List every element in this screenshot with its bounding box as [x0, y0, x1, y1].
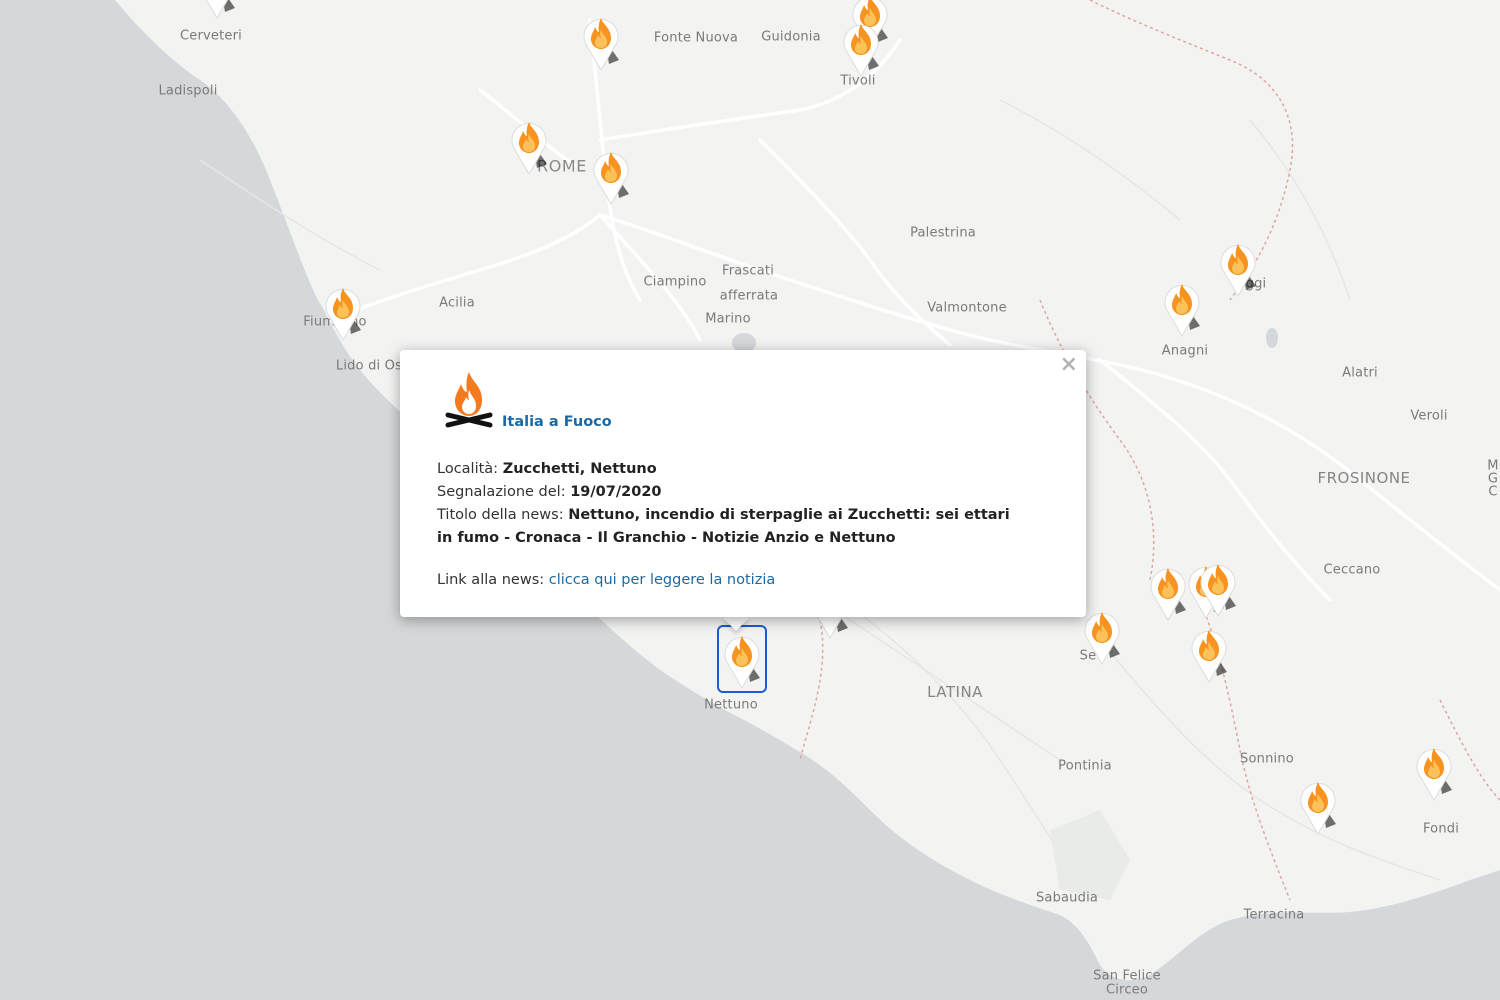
- place-label: Terracina: [1243, 907, 1305, 923]
- fire-marker-icon[interactable]: [839, 16, 883, 78]
- fire-marker-icon[interactable]: [1196, 556, 1240, 618]
- news-link[interactable]: clicca qui per leggere la notizia: [549, 572, 775, 588]
- date-value: 19/07/2020: [570, 484, 662, 500]
- place-label: C: [1488, 484, 1498, 500]
- place-label: Valmontone: [927, 300, 1007, 316]
- place-label: Circeo: [1105, 982, 1149, 998]
- fire-marker-icon[interactable]: [1080, 604, 1124, 666]
- link-row: Link alla news: clicca qui per leggere l…: [437, 572, 775, 588]
- link-label: Link alla news:: [437, 572, 549, 588]
- fire-marker-icon[interactable]: [589, 144, 633, 206]
- place-label: afferrata: [719, 288, 779, 304]
- place-label: Fonte Nuova: [653, 30, 739, 46]
- place-label: LATINA: [927, 683, 983, 701]
- fire-marker-icon[interactable]: [579, 10, 623, 72]
- place-label: Ladispoli: [158, 83, 218, 99]
- place-label: San Felice: [1093, 968, 1161, 984]
- place-label: Cerveteri: [180, 28, 242, 44]
- fire-marker-icon[interactable]: [1216, 236, 1260, 298]
- fire-marker-icon[interactable]: [195, 0, 239, 20]
- fire-marker-icon[interactable]: [507, 114, 551, 176]
- fire-marker-icon[interactable]: [1160, 276, 1204, 338]
- place-label: Fondi: [1422, 821, 1460, 837]
- field-label: Titolo della news:: [437, 507, 569, 523]
- fire-marker-icon[interactable]: [717, 625, 767, 693]
- place-label: Sonnino: [1240, 751, 1294, 767]
- field-label: Segnalazione del:: [437, 484, 571, 500]
- place-label: Anagni: [1161, 343, 1209, 359]
- place-label: Frascati: [721, 263, 775, 279]
- bonfire-icon: [444, 368, 494, 430]
- location-value: Zucchetti, Nettuno: [502, 461, 657, 477]
- place-label: Veroli: [1410, 408, 1448, 424]
- place-label: Marino: [705, 311, 751, 327]
- field-title: Titolo della news: Nettuno, incendio di …: [437, 504, 1028, 550]
- info-popup: × Italia a Fuoco Località: Zucchetti, Ne…: [400, 350, 1086, 617]
- place-label: Alatri: [1342, 365, 1378, 381]
- place-label: Nettuno: [704, 697, 758, 713]
- place-label: Palestrina: [910, 225, 976, 241]
- place-label: Ciampino: [643, 274, 707, 290]
- close-icon[interactable]: ×: [1060, 354, 1078, 376]
- fire-marker-icon[interactable]: [1412, 740, 1456, 802]
- fire-marker-icon[interactable]: [1296, 774, 1340, 836]
- place-label: FROSINONE: [1317, 469, 1411, 487]
- popup-fields: Località: Zucchetti, Nettuno Segnalazion…: [437, 458, 1028, 550]
- place-label: Ceccano: [1323, 562, 1381, 578]
- place-label: Lido di Os: [335, 358, 403, 374]
- place-label: Guidonia: [761, 29, 821, 45]
- place-label: Sabaudia: [1035, 890, 1099, 906]
- source-link[interactable]: Italia a Fuoco: [502, 414, 612, 430]
- field-date: Segnalazione del: 19/07/2020: [437, 481, 1028, 504]
- fire-marker-icon[interactable]: [321, 280, 365, 342]
- field-label: Località:: [437, 461, 503, 477]
- field-location: Località: Zucchetti, Nettuno: [437, 458, 1028, 481]
- place-label: Acilia: [439, 295, 475, 311]
- fire-marker-icon[interactable]: [1187, 622, 1231, 684]
- place-label: Pontinia: [1058, 758, 1112, 774]
- popup-tip: [722, 617, 750, 631]
